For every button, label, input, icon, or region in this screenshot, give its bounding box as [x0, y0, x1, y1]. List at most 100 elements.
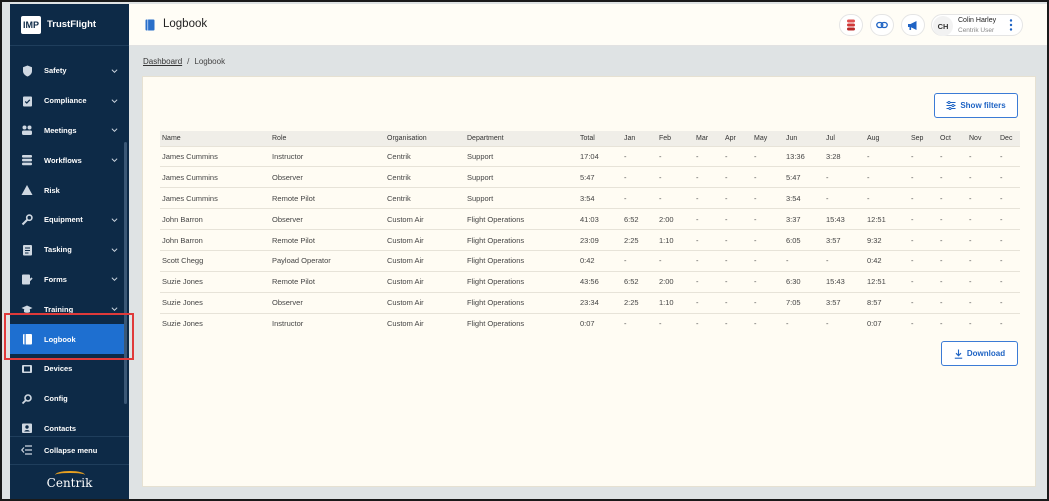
table-cell: -	[938, 270, 967, 293]
sidebar-scrollbar[interactable]	[124, 142, 127, 404]
tasks-icon	[21, 244, 33, 256]
table-cell: -	[998, 166, 1020, 188]
table-cell: -	[723, 229, 752, 251]
table-cell: 12:51	[865, 208, 909, 230]
database-icon	[847, 19, 855, 31]
table-cell: -	[752, 270, 784, 293]
table-cell: Custom Air	[385, 249, 465, 272]
table-cell: -	[824, 166, 865, 188]
table-row: Suzie Jones Remote Pilot Custom Air Flight …	[160, 270, 1020, 293]
table-cell: -	[938, 249, 967, 272]
table-cell: -	[909, 249, 938, 272]
table-cell: -	[967, 145, 998, 167]
breadcrumb-current: Logbook	[194, 57, 226, 66]
collapse-icon	[21, 444, 33, 457]
table-cell: -	[694, 229, 723, 251]
collapse-menu-button[interactable]: Collapse menu	[10, 436, 129, 464]
table-cell: -	[967, 270, 998, 293]
sidebar-item-equipment[interactable]: Equipment	[10, 205, 124, 235]
table-cell: -	[967, 249, 998, 272]
table-cell: -	[909, 187, 938, 209]
table-cell: James Cummins	[160, 187, 270, 209]
column-header: May	[752, 131, 784, 146]
table-row: Suzie Jones Observer Custom Air Flight Oper…	[160, 291, 1020, 314]
people-icon	[21, 124, 33, 136]
table-cell: Custom Air	[385, 208, 465, 230]
sidebar-item-meetings[interactable]: Meetings	[10, 116, 124, 146]
table-cell: -	[865, 187, 909, 209]
table-cell: -	[723, 187, 752, 209]
announcements-button[interactable]	[901, 14, 925, 36]
sidebar-item-compliance[interactable]: Compliance	[10, 86, 124, 116]
sidebar-item-forms[interactable]: Forms	[10, 265, 124, 295]
table-cell: 17:04	[578, 145, 622, 167]
table-cell: -	[865, 166, 909, 188]
table-cell: -	[657, 187, 694, 209]
table-cell: Centrik	[385, 187, 465, 209]
column-header: Jan	[622, 131, 657, 146]
sidebar-item-label: Tasking	[44, 245, 72, 255]
table-cell: -	[657, 145, 694, 167]
table-row: Suzie Jones Instructor Custom Air Flight Op…	[160, 312, 1020, 335]
brand-logo: IMP	[21, 15, 41, 34]
more-options-icon[interactable]	[1006, 18, 1016, 32]
breadcrumb-dashboard-link[interactable]: Dashboard	[143, 57, 182, 66]
table-cell: -	[998, 145, 1020, 167]
download-icon	[954, 349, 963, 359]
user-role: Centrik User	[958, 27, 995, 34]
table-cell: Suzie Jones	[160, 312, 270, 335]
table-cell: -	[967, 229, 998, 251]
link-icon	[876, 21, 888, 29]
table-cell: 2:25	[622, 291, 657, 314]
column-header: Oct	[938, 131, 967, 146]
breadcrumb: Dashboard / Logbook	[143, 57, 225, 66]
filter-icon	[946, 101, 956, 110]
table-cell: Custom Air	[385, 312, 465, 335]
sidebar-item-workflows[interactable]: Workflows	[10, 145, 124, 175]
database-button[interactable]	[839, 14, 863, 36]
sidebar-item-config[interactable]: Config	[10, 384, 124, 414]
sidebar-item-label: Equipment	[44, 215, 83, 225]
column-header: Nov	[967, 131, 998, 146]
table-cell: -	[967, 166, 998, 188]
chevron-down-icon	[111, 99, 118, 103]
contacts-icon	[21, 422, 33, 434]
table-cell: -	[723, 145, 752, 167]
table-cell: -	[694, 249, 723, 272]
table-cell: Custom Air	[385, 270, 465, 293]
show-filters-button[interactable]: Show filters	[934, 93, 1018, 118]
column-header: Dec	[998, 131, 1020, 146]
link-button[interactable]	[870, 14, 894, 36]
table-cell: -	[622, 166, 657, 188]
table-cell: -	[938, 291, 967, 314]
avatar: CH	[933, 16, 953, 36]
table-cell: Flight Operations	[465, 291, 578, 314]
table-cell: 3:28	[824, 145, 865, 167]
brand[interactable]: IMP TrustFlight	[10, 4, 129, 46]
table-cell: 23:09	[578, 229, 622, 251]
logbook-card: Show filters Name Role Organisation Departm…	[142, 76, 1036, 487]
table-cell: Support	[465, 187, 578, 209]
column-header: Apr	[723, 131, 752, 146]
sidebar-item-safety[interactable]: Safety	[10, 56, 124, 86]
download-button[interactable]: Download	[941, 341, 1018, 366]
table-cell: 41:03	[578, 208, 622, 230]
table-cell: -	[694, 312, 723, 335]
column-header: Mar	[694, 131, 723, 146]
table-cell: -	[998, 291, 1020, 314]
column-header: Total	[578, 131, 622, 146]
brand-name: TrustFlight	[47, 19, 97, 30]
table-cell: -	[938, 229, 967, 251]
megaphone-icon	[908, 20, 917, 30]
table-cell: 6:52	[622, 270, 657, 293]
table-cell: 13:36	[784, 145, 824, 167]
table-cell: John Barron	[160, 229, 270, 251]
table-cell: -	[694, 291, 723, 314]
table-cell: 2:00	[657, 270, 694, 293]
sidebar-item-tasking[interactable]: Tasking	[10, 235, 124, 265]
shield-icon	[21, 65, 33, 77]
table-cell: 1:10	[657, 291, 694, 314]
table-cell: Observer	[270, 208, 385, 230]
sidebar-item-risk[interactable]: Risk	[10, 175, 124, 205]
table-cell: -	[824, 312, 865, 335]
